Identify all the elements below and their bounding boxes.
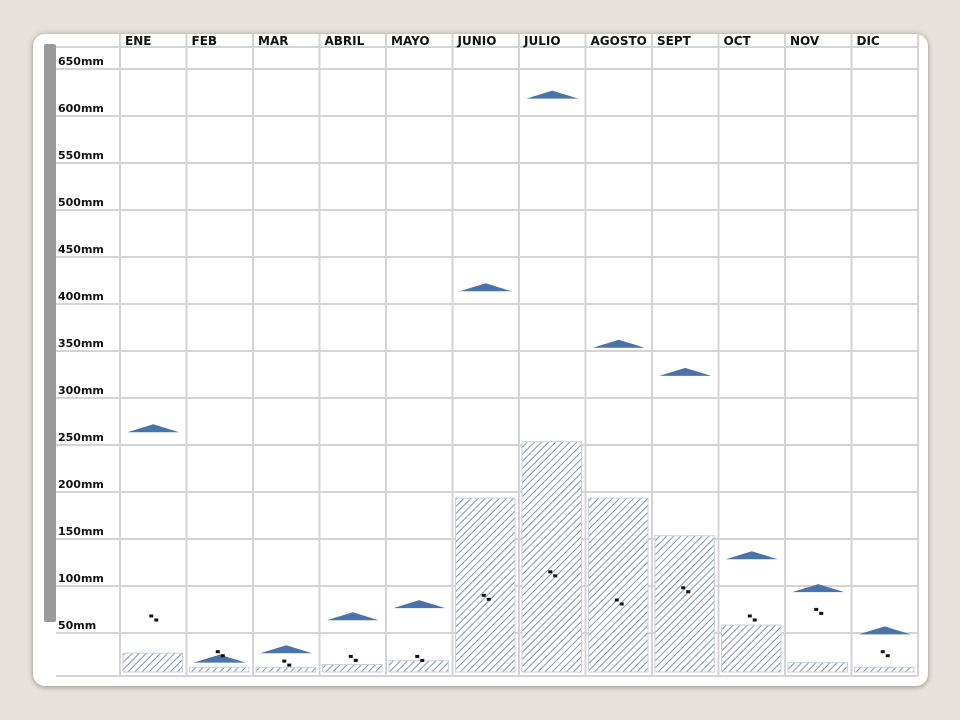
- triangle-marker: [127, 424, 180, 433]
- y-tick-label: 150mm: [58, 525, 104, 538]
- y-tick-label: 200mm: [58, 478, 104, 491]
- bar: [521, 441, 582, 673]
- month-labels: ENE FEB MAR ABRIL MAYO JUNIO JULIO AGOSTO SEPT OC…: [125, 34, 880, 48]
- dot-marker: [287, 663, 292, 667]
- dot-marker: [681, 586, 686, 590]
- triangle-marker: [193, 654, 246, 663]
- month-label: OCT: [724, 34, 752, 48]
- y-tick-label: 500mm: [58, 196, 104, 209]
- bar: [654, 535, 715, 673]
- triangle-marker: [858, 626, 911, 635]
- bar: [588, 497, 649, 673]
- month-label: JUNIO: [457, 34, 497, 48]
- triangle-marker: [393, 600, 446, 609]
- triangle-marker: [326, 612, 379, 621]
- month-label: MAR: [258, 34, 288, 48]
- dot-marker: [282, 659, 287, 663]
- month-label: SEPT: [657, 34, 692, 48]
- y-tick-label: 450mm: [58, 243, 104, 256]
- triangle-marker: [459, 283, 512, 292]
- bar: [455, 497, 516, 673]
- y-axis-ticks: 650mm 600mm 550mm 500mm 450mm 400mm 350mm 300mm…: [58, 55, 104, 632]
- dot-marker: [215, 650, 220, 654]
- month-label: DIC: [857, 34, 880, 48]
- bar: [854, 666, 915, 673]
- dot-marker: [885, 654, 890, 658]
- month-label: AGOSTO: [591, 34, 647, 48]
- dot-marker: [686, 590, 691, 594]
- dot-marker: [614, 598, 619, 602]
- y-tick-label: 550mm: [58, 149, 104, 162]
- y-tick-label: 50mm: [58, 619, 96, 632]
- dot-marker: [548, 570, 553, 574]
- dot-marker: [154, 618, 159, 622]
- dot-marker: [420, 658, 425, 662]
- y-tick-label: 300mm: [58, 384, 104, 397]
- bar: [721, 624, 782, 673]
- y-tick-label: 100mm: [58, 572, 104, 585]
- month-label: MAYO: [391, 34, 430, 48]
- y-tick-label: 400mm: [58, 290, 104, 303]
- month-label: NOV: [790, 34, 820, 48]
- bar: [189, 666, 250, 673]
- y-tick-label: 250mm: [58, 431, 104, 444]
- dot-marker: [819, 611, 824, 615]
- y-tick-label: 650mm: [58, 55, 104, 68]
- triangle-marker: [659, 367, 712, 376]
- triangle-marker: [725, 551, 778, 560]
- dot-marker: [814, 607, 819, 611]
- month-label: JULIO: [523, 34, 561, 48]
- triangle-marker: [526, 90, 579, 99]
- triangle-marker: [592, 339, 645, 348]
- y-tick-label: 600mm: [58, 102, 104, 115]
- y-tick-label: 350mm: [58, 337, 104, 350]
- dot-marker: [348, 654, 353, 658]
- month-label: FEB: [192, 34, 218, 48]
- bar: [122, 652, 183, 673]
- triangle-marker: [260, 645, 313, 654]
- dot-marker: [220, 654, 225, 658]
- dot-marker: [752, 618, 757, 622]
- bar: [322, 663, 383, 673]
- bar: [255, 666, 316, 673]
- bar: [787, 662, 848, 673]
- dot-marker: [553, 574, 558, 578]
- dot-marker: [353, 658, 358, 662]
- dot-marker: [481, 593, 486, 597]
- dot-marker: [486, 597, 491, 601]
- month-label: ENE: [125, 34, 151, 48]
- dot-marker: [149, 614, 154, 618]
- month-label: ABRIL: [325, 34, 365, 48]
- dot-marker: [880, 650, 885, 654]
- bar: [388, 660, 449, 673]
- rainfall-chart: 650mm 600mm 550mm 500mm 450mm 400mm 350mm 300mm…: [56, 34, 919, 677]
- dot-marker: [747, 614, 752, 618]
- dot-marker: [415, 654, 420, 658]
- dot-marker: [619, 602, 624, 606]
